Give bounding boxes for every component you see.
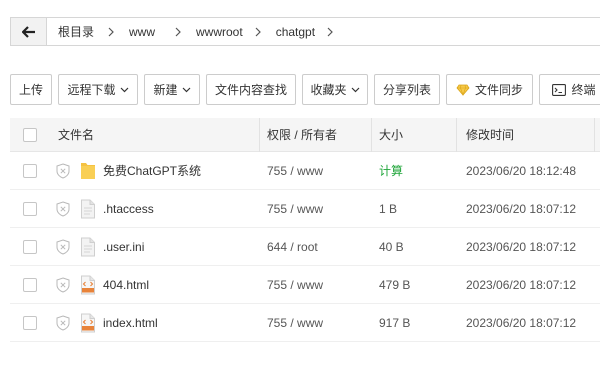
- remote-download-button[interactable]: 远程下载: [58, 74, 138, 105]
- file-icon: [81, 237, 95, 257]
- row-checkbox[interactable]: [23, 316, 37, 330]
- file-sync-button[interactable]: 文件同步: [446, 74, 533, 105]
- shield-icon[interactable]: [56, 315, 70, 331]
- upload-button[interactable]: 上传: [10, 74, 52, 105]
- favorites-button[interactable]: 收藏夹: [302, 74, 368, 105]
- chevron-right-icon: [243, 18, 261, 45]
- file-modified-time: 2023/06/20 18:07:12: [466, 316, 577, 330]
- file-size: 917 B: [379, 316, 411, 330]
- back-button[interactable]: [11, 18, 47, 45]
- file-name[interactable]: index.html: [103, 304, 158, 342]
- chevron-down-icon: [351, 87, 360, 93]
- breadcrumb-label: 根目录: [58, 25, 95, 39]
- file-size: 1 B: [379, 202, 398, 216]
- content-search-button[interactable]: 文件内容查找: [206, 74, 296, 105]
- file-permission[interactable]: 755 / www: [267, 190, 323, 228]
- file-modified-time: 2023/06/20 18:07:12: [466, 278, 577, 292]
- terminal-button[interactable]: 终端: [539, 74, 600, 105]
- table-row[interactable]: .htaccess 755 / www 1 B 2023/06/20 18:07…: [10, 190, 600, 228]
- chevron-down-icon: [182, 87, 191, 93]
- file-permission[interactable]: 644 / root: [267, 228, 318, 266]
- remote-download-label: 远程下载: [67, 83, 116, 97]
- row-checkbox[interactable]: [23, 278, 37, 292]
- shield-icon[interactable]: [56, 277, 70, 293]
- column-header-name[interactable]: 文件名: [58, 118, 94, 152]
- breadcrumb-item-root[interactable]: 根目录: [51, 18, 94, 45]
- column-header-modified[interactable]: 修改时间: [466, 118, 514, 152]
- column-divider: [456, 118, 457, 152]
- column-divider: [594, 118, 595, 152]
- upload-label: 上传: [19, 83, 44, 97]
- calculate-size-link[interactable]: 计算: [379, 152, 403, 190]
- file-icon: [81, 199, 95, 219]
- file-toolbar: 上传 远程下载 新建 文件内容查找 收藏夹 分享列表 文件同步 终端: [10, 74, 600, 106]
- arrow-left-icon: [21, 25, 35, 38]
- terminal-icon: [552, 83, 567, 96]
- file-size: 479 B: [379, 278, 411, 292]
- terminal-label: 终端: [571, 83, 596, 97]
- chevron-right-icon: [315, 18, 333, 45]
- file-modified-time: 2023/06/20 18:07:12: [466, 240, 577, 254]
- chevron-right-icon: [94, 18, 114, 45]
- shield-icon[interactable]: [56, 239, 70, 255]
- column-divider: [259, 118, 260, 152]
- folder-icon: [81, 163, 95, 179]
- file-name[interactable]: 免费ChatGPT系统: [103, 152, 201, 190]
- breadcrumb-label: chatgpt: [275, 24, 316, 39]
- share-list-label: 分享列表: [383, 83, 432, 97]
- file-name[interactable]: .user.ini: [103, 228, 144, 266]
- breadcrumb-label: wwwroot: [196, 24, 243, 39]
- html-file-icon: [81, 313, 95, 333]
- column-divider: [371, 118, 372, 152]
- shield-icon[interactable]: [56, 201, 70, 217]
- table-row[interactable]: 404.html 755 / www 479 B 2023/06/20 18:0…: [10, 266, 600, 304]
- file-modified-time: 2023/06/20 18:07:12: [466, 202, 577, 216]
- table-row[interactable]: .user.ini 644 / root 40 B 2023/06/20 18:…: [10, 228, 600, 266]
- table-row[interactable]: 免费ChatGPT系统 755 / www 计算 2023/06/20 18:1…: [10, 152, 600, 190]
- file-size: 40 B: [379, 240, 404, 254]
- select-all-checkbox[interactable]: [23, 128, 37, 142]
- file-permission[interactable]: 755 / www: [267, 304, 323, 342]
- content-search-label: 文件内容查找: [215, 83, 288, 97]
- favorites-label: 收藏夹: [310, 83, 347, 97]
- shield-icon[interactable]: [56, 163, 70, 179]
- diamond-icon: [456, 84, 470, 96]
- file-modified-time: 2023/06/20 18:12:48: [466, 164, 577, 178]
- breadcrumb-item-www[interactable]: www: [122, 18, 155, 45]
- chevron-right-icon: [155, 18, 181, 45]
- row-checkbox[interactable]: [23, 240, 37, 254]
- chevron-down-icon: [120, 87, 129, 93]
- new-label: 新建: [153, 83, 178, 97]
- file-permission[interactable]: 755 / www: [267, 266, 323, 304]
- column-header-permission[interactable]: 权限 / 所有者: [267, 118, 337, 152]
- file-table-header: 文件名 权限 / 所有者 大小 修改时间: [10, 118, 600, 152]
- row-checkbox[interactable]: [23, 164, 37, 178]
- file-sync-label: 文件同步: [475, 83, 524, 97]
- breadcrumb-item-wwwroot[interactable]: wwwroot: [189, 18, 243, 45]
- file-name[interactable]: 404.html: [103, 266, 149, 304]
- breadcrumb-label: www: [129, 24, 156, 39]
- row-checkbox[interactable]: [23, 202, 37, 216]
- new-button[interactable]: 新建: [144, 74, 200, 105]
- share-list-button[interactable]: 分享列表: [374, 74, 440, 105]
- column-header-size[interactable]: 大小: [379, 118, 403, 152]
- html-file-icon: [81, 275, 95, 295]
- breadcrumb-item-chatgpt[interactable]: chatgpt: [269, 18, 315, 45]
- breadcrumb: 根目录 www wwwroot chatgpt: [10, 17, 600, 46]
- file-permission[interactable]: 755 / www: [267, 152, 323, 190]
- table-row[interactable]: index.html 755 / www 917 B 2023/06/20 18…: [10, 304, 600, 342]
- file-name[interactable]: .htaccess: [103, 190, 154, 228]
